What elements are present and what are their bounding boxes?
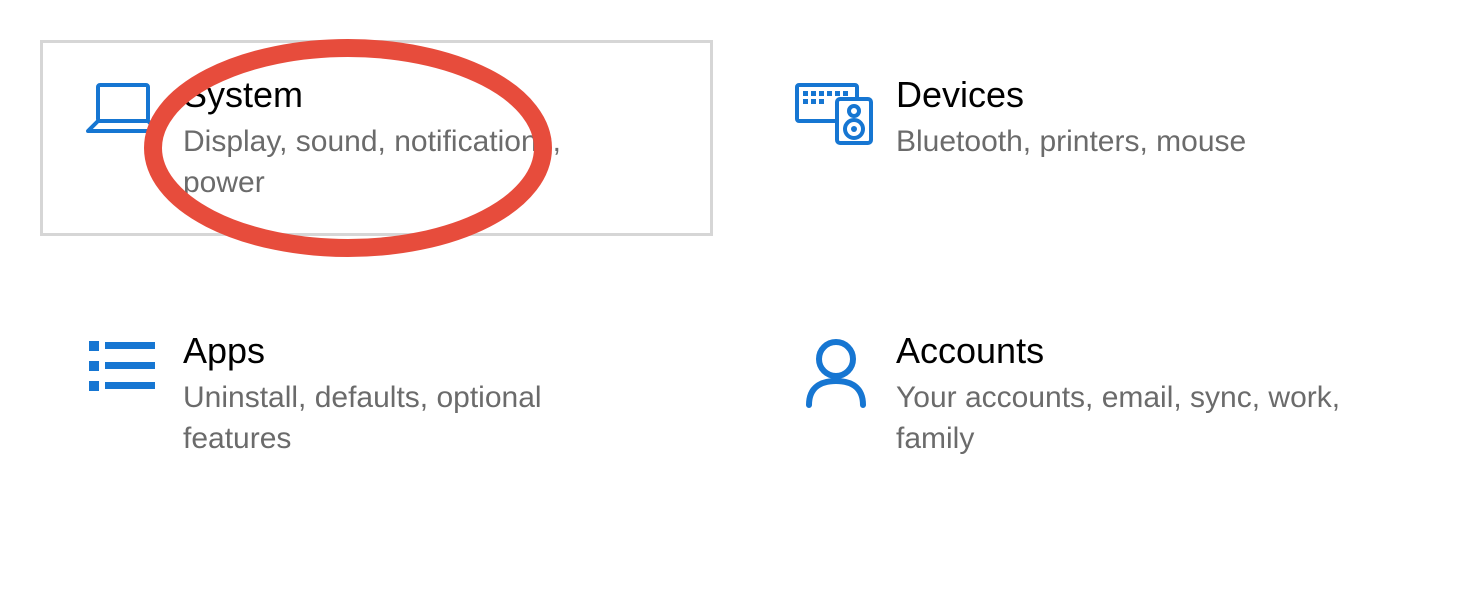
tile-text: Devices Bluetooth, printers, mouse [886,73,1246,163]
settings-tile-devices[interactable]: Devices Bluetooth, printers, mouse [753,40,1426,236]
tile-title: Devices [896,73,1246,116]
settings-tile-apps[interactable]: Apps Uninstall, defaults, optional featu… [40,296,713,492]
tile-text: System Display, sound, notifications, po… [173,73,643,203]
settings-categories-grid: System Display, sound, notifications, po… [0,0,1466,532]
tile-title: System [183,73,643,116]
laptop-icon [73,73,173,137]
tile-title: Apps [183,329,643,372]
tile-text: Apps Uninstall, defaults, optional featu… [173,329,643,459]
tile-description: Uninstall, defaults, optional features [183,378,643,459]
tile-description: Your accounts, email, sync, work, family [896,378,1356,459]
person-icon [786,329,886,409]
settings-tile-accounts[interactable]: Accounts Your accounts, email, sync, wor… [753,296,1426,492]
settings-tile-system[interactable]: System Display, sound, notifications, po… [40,40,713,236]
tile-description: Bluetooth, printers, mouse [896,122,1246,163]
tile-description: Display, sound, notifications, power [183,122,643,203]
tile-text: Accounts Your accounts, email, sync, wor… [886,329,1356,459]
apps-list-icon [73,329,173,395]
tile-title: Accounts [896,329,1356,372]
devices-icon [786,73,886,147]
